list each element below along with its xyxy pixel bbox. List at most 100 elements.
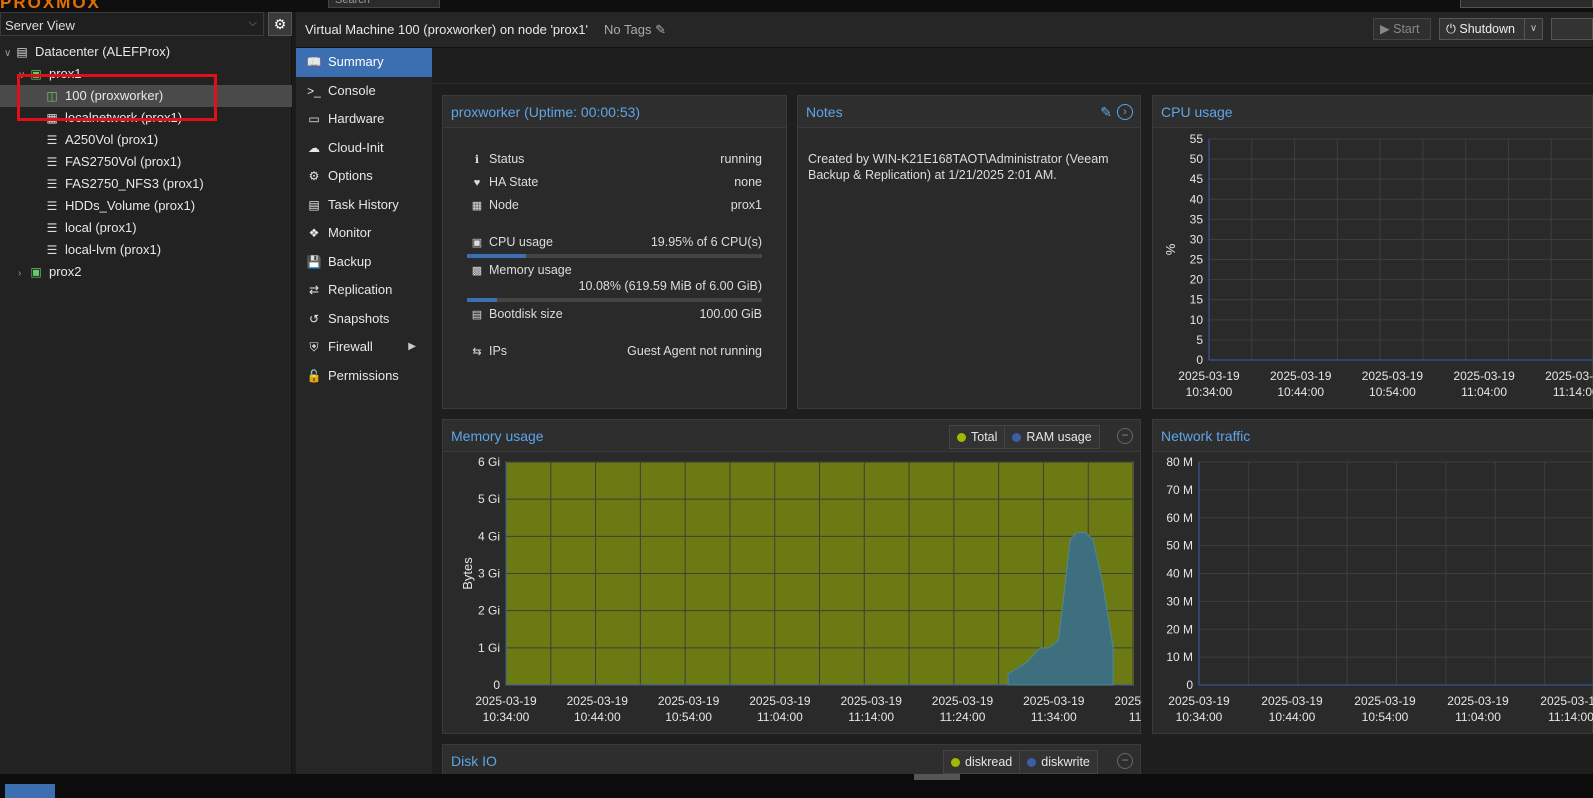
shutdown-button-label: Shutdown — [1459, 22, 1515, 36]
search-input[interactable]: Search — [328, 0, 440, 8]
storage-icon: ☰ — [46, 199, 58, 213]
nav-cloud-init[interactable]: ☁ Cloud-Init — [296, 134, 432, 163]
y-tick-label: 3 Gi — [478, 567, 500, 581]
y-tick-label: 20 M — [1166, 622, 1193, 636]
page-title: Virtual Machine 100 (proxworker) on node… — [305, 22, 588, 37]
nav-task-history[interactable]: ▤ Task History — [296, 191, 432, 220]
gear-icon[interactable]: ⚙ — [268, 12, 292, 36]
storage-icon: ☰ — [46, 155, 58, 169]
annotation-highlight-box — [17, 74, 217, 121]
bootdisk-row: ▤ Bootdisk size — [469, 307, 563, 321]
chevron-down-icon[interactable]: ∨ — [1524, 19, 1542, 39]
user-menu-button[interactable] — [1460, 0, 1593, 8]
x-tick-label: 11:14:00 — [1548, 710, 1593, 724]
x-tick-label: 11:34:00 — [1031, 710, 1077, 724]
tree-node-storage-fas2750vol[interactable]: ☰ FAS2750Vol (prox1) — [0, 151, 292, 173]
tree-node-storage-a250vol[interactable]: ☰ A250Vol (prox1) — [0, 129, 292, 151]
nav-console[interactable]: >_ Console — [296, 77, 432, 106]
chevron-right-circle-icon[interactable]: › — [1117, 104, 1133, 120]
node-online-icon: ▣ — [30, 265, 42, 279]
y-tick-label: 40 M — [1166, 567, 1193, 581]
memory-chart-panel: Memory usage Total RAM usage − 01 Gi 2 Gi… — [442, 419, 1142, 734]
y-tick-label: 30 — [1190, 232, 1204, 246]
collapse-icon[interactable]: − — [1117, 428, 1133, 444]
y-tick-label: 30 M — [1166, 594, 1193, 608]
power-icon: ⏻ — [1446, 22, 1456, 36]
network-chart-panel: Network traffic 0 10 M 20 M 30 M 40 M 50 M 60 … — [1152, 419, 1593, 734]
bootdisk-value: 100.00 GiB — [699, 307, 762, 321]
tree-node-storage-fas2750-nfs3[interactable]: ☰ FAS2750_NFS3 (prox1) — [0, 173, 292, 195]
tree-node-datacenter[interactable]: ∨ ▤ Datacenter (ALEFProx) — [0, 41, 292, 63]
legend-dot — [1027, 758, 1037, 767]
notes-panel: Notes ✎ › Created by WIN-K21E168TAOT\Adm… — [797, 95, 1141, 409]
summary-icon: 📖 — [306, 55, 322, 69]
console-menu-button[interactable] — [1551, 18, 1593, 40]
tree-node-storage-hdds-volume[interactable]: ☰ HDDs_Volume (prox1) — [0, 195, 292, 217]
y-tick-label: 70 M — [1166, 483, 1193, 497]
cpu-chart-title: CPU usage — [1153, 96, 1592, 128]
x-tick-label: 10:44:00 — [1277, 385, 1324, 399]
tasks-tab[interactable] — [5, 784, 55, 798]
nav-summary[interactable]: 📖 Summary — [296, 48, 432, 77]
status-panel: proxworker (Uptime: 00:00:53) ℹ Status ru… — [442, 95, 787, 409]
x-tick-label: 11:14:00 — [1553, 385, 1593, 399]
nav-replication[interactable]: ⇄ Replication — [296, 276, 432, 305]
nav-snapshots[interactable]: ↺ Snapshots — [296, 305, 432, 334]
nav-options[interactable]: ⚙ Options — [296, 162, 432, 191]
heartbeat-icon: ♥ — [473, 177, 481, 189]
cpu-usage-bar-fill — [467, 254, 526, 258]
view-select[interactable]: Server View ⌵ — [0, 12, 264, 36]
nav-firewall[interactable]: ⛨ Firewall ▶ — [296, 333, 432, 362]
network-traffic-chart: 0 10 M 20 M 30 M 40 M 50 M 60 M 70 M 80 M 2025-03… — [1166, 455, 1593, 724]
x-tick-label: 2025-03-19 — [1261, 694, 1323, 708]
hdd-icon: ▤ — [471, 309, 483, 321]
cpu-chart-panel: CPU usage 0 5 10 15 20 25 30 35 40 45 50 55 2025-03-… — [1152, 95, 1593, 409]
nav-monitor[interactable]: ❖ Monitor — [296, 219, 432, 248]
nav-backup[interactable]: 💾 Backup — [296, 248, 432, 277]
building-icon: ▦ — [471, 200, 483, 212]
replication-icon: ⇄ — [308, 283, 320, 297]
y-tick-label: 4 Gi — [478, 529, 500, 543]
storage-icon: ☰ — [46, 177, 58, 191]
disk-io-legend: diskread diskwrite — [943, 750, 1098, 774]
resize-handle[interactable] — [914, 774, 960, 780]
monitor-icon: ❖ — [308, 226, 320, 240]
legend-item-diskwrite[interactable]: diskwrite — [1020, 751, 1097, 773]
options-gear-icon: ⚙ — [308, 169, 320, 183]
cpu-usage-value: 19.95% of 6 CPU(s) — [650, 235, 762, 249]
tree-node-storage-local[interactable]: ☰ local (prox1) — [0, 217, 292, 239]
notes-text: Created by WIN-K21E168TAOT\Administrator… — [808, 152, 1109, 182]
shutdown-button[interactable]: ⏻ Shutdown ∨ — [1439, 18, 1543, 40]
x-tick-label: 2025-03-19 — [1540, 694, 1593, 708]
tags-editor[interactable]: No Tags ✎ — [604, 22, 666, 38]
expand-toggle-icon[interactable]: › — [18, 263, 28, 285]
exchange-icon: ⇆ — [472, 346, 482, 358]
legend-item-diskread[interactable]: diskread — [944, 751, 1021, 773]
ha-state-row: ♥ HA State — [469, 175, 539, 189]
view-select-value: Server View — [5, 18, 75, 33]
nav-permissions[interactable]: 🔓 Permissions — [296, 362, 432, 391]
x-tick-label: 2025-03-19 — [1270, 369, 1332, 383]
x-tick-label: 10:34:00 — [483, 710, 530, 724]
y-tick-label: 0 — [493, 678, 500, 692]
summary-toolbar — [432, 48, 1593, 84]
pencil-icon[interactable]: ✎ — [655, 22, 666, 37]
legend-item-ram-usage[interactable]: RAM usage — [1005, 426, 1098, 448]
memory-usage-chart: 0 1 Gi 2 Gi 3 Gi 4 Gi 5 Gi 6 Gi 2025-03-19 10:34… — [460, 455, 1142, 724]
y-tick-label: 40 — [1190, 192, 1204, 206]
legend-item-total[interactable]: Total — [950, 426, 1006, 448]
status-panel-title: proxworker (Uptime: 00:00:53) — [443, 96, 786, 128]
x-tick-label: 10:54:00 — [1369, 385, 1416, 399]
edit-icon[interactable]: ✎ — [1100, 96, 1112, 128]
collapse-toggle-icon[interactable]: ∨ — [4, 43, 14, 65]
tree-node-storage-local-lvm[interactable]: ☰ local-lvm (prox1) — [0, 239, 292, 261]
start-button[interactable]: ▶ Start — [1373, 18, 1431, 40]
nav-hardware[interactable]: ▭ Hardware — [296, 105, 432, 134]
x-tick-label: 2025-03-19 — [1447, 694, 1509, 708]
tree-node-prox2[interactable]: › ▣ prox2 — [0, 261, 292, 283]
x-tick-label: 11:04:00 — [1455, 710, 1501, 724]
x-tick-label: 2025-03-19 — [1545, 369, 1593, 383]
x-tick-label: 2025-03-19 — [1114, 694, 1142, 708]
x-tick-label: 2025-03-19 — [841, 694, 903, 708]
collapse-icon[interactable]: − — [1117, 753, 1133, 769]
